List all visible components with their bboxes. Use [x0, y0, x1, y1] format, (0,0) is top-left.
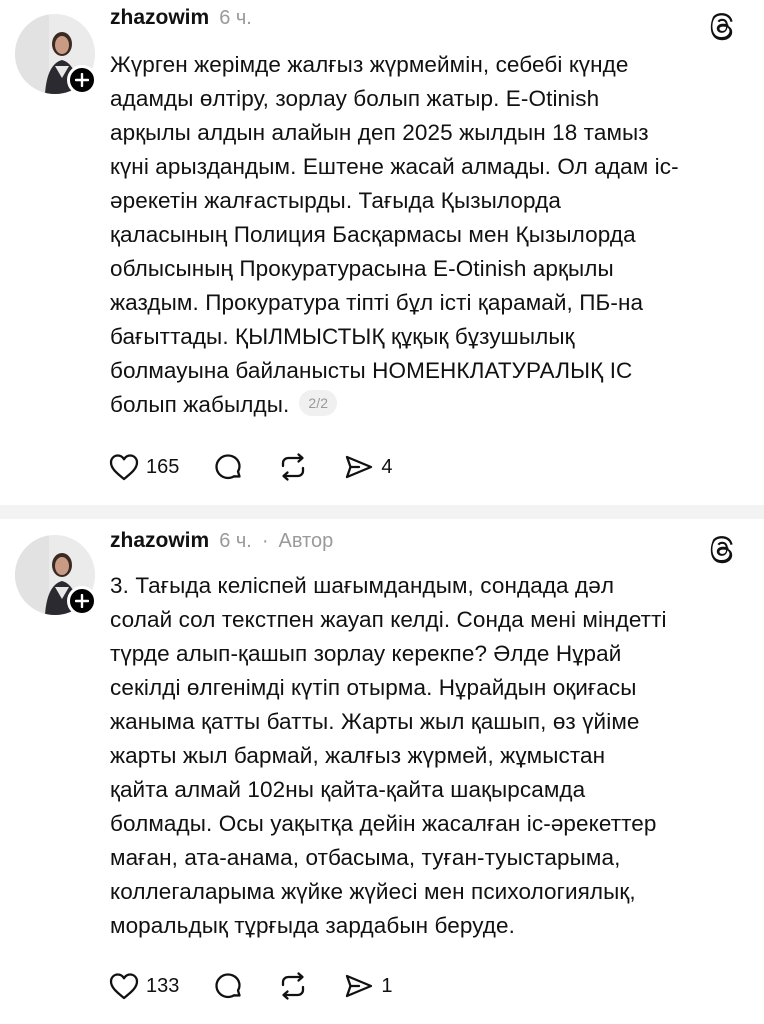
share-button[interactable]: 4: [343, 452, 393, 482]
post-text-line: жаздым. Прокуратура тіпті бұл істі қарам…: [110, 290, 644, 315]
post-text-line: болмады. Осы уақытқа дейін жасалған іс-ә…: [110, 811, 657, 836]
heart-icon: [109, 454, 139, 481]
username[interactable]: zhazowim: [110, 6, 209, 30]
post-text-line: арқылы алдын алайын деп 2025 жылдын 18 т…: [110, 120, 649, 145]
like-count: 133: [146, 974, 180, 997]
comment-button[interactable]: [213, 971, 243, 1001]
post-text-line: түрде алып-қашып зорлау керекпе? Әлде Нұ…: [110, 641, 622, 666]
avatar-wrapper[interactable]: [15, 14, 97, 95]
post-divider: [0, 505, 764, 519]
plus-icon: [75, 594, 89, 608]
threads-logo-icon[interactable]: [706, 533, 738, 565]
follow-button[interactable]: [67, 586, 97, 616]
post-text-line: күні арыздандым. Ештене жасай алмады. Ол…: [110, 154, 679, 179]
post-header: zhazowim 6 ч. · Автор: [110, 529, 333, 565]
repost-icon: [282, 453, 305, 481]
like-count: 165: [146, 455, 180, 478]
post-time: 6 ч.: [219, 7, 252, 29]
share-button[interactable]: 1: [343, 971, 393, 1001]
post-body: Жүрген жерімде жалғыз жүрмеймін, себебі …: [110, 48, 750, 422]
threads-logo-icon[interactable]: [706, 10, 738, 42]
like-button[interactable]: 133: [108, 971, 179, 1001]
post-time: 6 ч.: [219, 530, 252, 552]
post-text-line: жаныма қатты батты. Жарты жыл қашып, өз …: [110, 709, 640, 734]
like-button[interactable]: 165: [108, 452, 179, 482]
post-text-line: болып жабылды. 2/2: [110, 388, 750, 422]
header-separator: ·: [261, 530, 269, 552]
post-text-line: бағыттады. ҚЫЛМЫСТЫҚ құқық бұзушылық: [110, 324, 575, 349]
post-text-line: қайта алмай 102ны қайта-қайта шақырсамда: [110, 777, 586, 802]
post-text-line: маған, ата-анама, отбасыма, туған-туыста…: [110, 845, 621, 870]
post-text-line: адамды өлтіру, зорлау болып жатыр. E-Oti…: [110, 86, 600, 111]
post-text-line: жарты жыл бармай, жалғыз жүрмей, жұмыста…: [110, 743, 606, 768]
post-text-line: секілді өлгенімді күтіп отырма. Нұрайдын…: [110, 675, 637, 700]
comment-button[interactable]: [213, 452, 243, 482]
post-text-last: болып жабылды.: [110, 392, 290, 417]
post-text-line: әрекетін жалғастырды. Тағыда Қызылорда: [110, 188, 561, 213]
action-bar: 165 4: [108, 450, 427, 484]
post-text-line: коллегаларыма жүйке жүйесі мен психологи…: [110, 879, 636, 904]
comment-icon: [215, 454, 242, 480]
post-text-line: болмауына байланысты НОМЕНКЛАТУРАЛЫҚ ІС: [110, 358, 633, 383]
repost-button[interactable]: [277, 452, 309, 482]
send-icon: [346, 455, 373, 479]
post-text-line: 3. Тағыда келіспей шағымдандым, сондада …: [110, 573, 615, 598]
heart-icon: [109, 973, 139, 1000]
repost-button[interactable]: [277, 971, 309, 1001]
post-text-line: моральдық тұрғыда зардабын беруде.: [110, 913, 516, 938]
page-indicator-badge: 2/2: [299, 390, 338, 417]
repost-icon: [282, 972, 305, 1000]
comment-icon: [215, 973, 242, 999]
post-text-line: Жүрген жерімде жалғыз жүрмеймін, себебі …: [110, 52, 629, 77]
post-header: zhazowim 6 ч.: [110, 6, 252, 42]
share-count: 4: [381, 455, 393, 478]
post-text-line: облысының Прокуратурасына E-Otinish арқы…: [110, 256, 614, 281]
post-text-line: қаласының Полиция Басқармасы мен Қызылор…: [110, 222, 636, 247]
share-count: 1: [381, 974, 393, 997]
action-bar: 133 1: [108, 969, 427, 1003]
plus-icon: [75, 73, 89, 87]
thread-post: zhazowim 6 ч. Жүрген жерімде жалғыз жүрм…: [0, 0, 764, 505]
author-label: Автор: [278, 530, 334, 552]
post-text-line: солай сол текстпен жауап келді. Сонда ме…: [110, 607, 667, 632]
send-icon: [346, 974, 373, 998]
post-body: 3. Тағыда келіспей шағымдандым, сондада …: [110, 569, 750, 943]
thread-post: zhazowim 6 ч. · Автор 3. Тағыда келіспей…: [0, 519, 764, 1024]
follow-button[interactable]: [67, 65, 97, 95]
username[interactable]: zhazowim: [110, 529, 209, 553]
avatar-wrapper[interactable]: [15, 535, 97, 616]
